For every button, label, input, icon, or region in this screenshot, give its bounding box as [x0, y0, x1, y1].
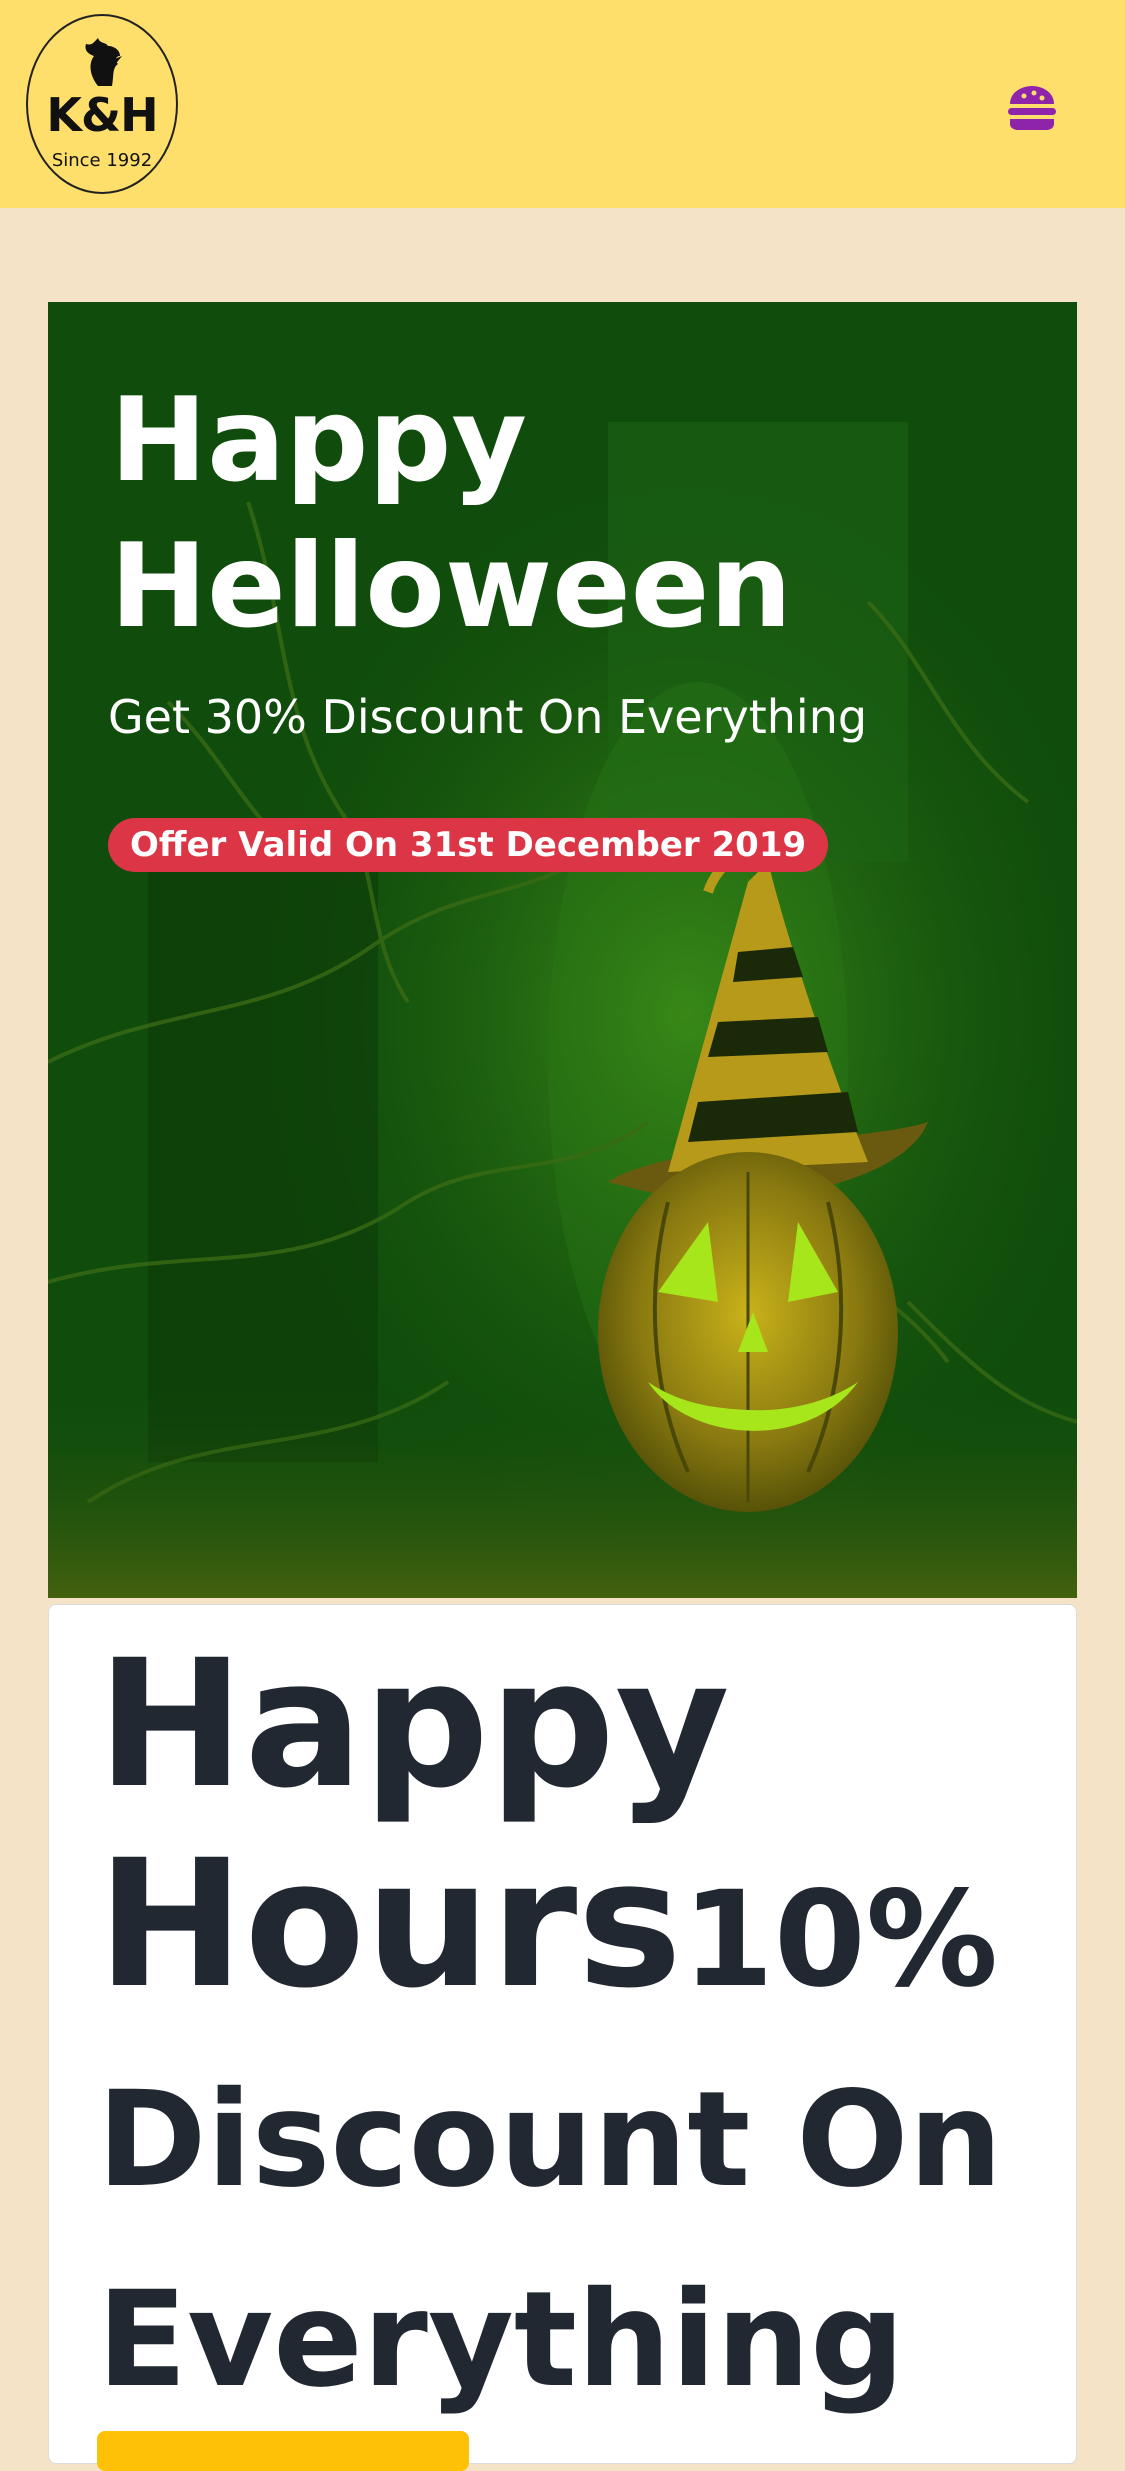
card-action-button[interactable]	[97, 2431, 469, 2471]
offer-badge: Offer Valid On 31st December 2019	[108, 818, 829, 872]
burger-icon	[1008, 86, 1056, 130]
card-title-discount: 10%	[682, 1863, 999, 2017]
brand-logo[interactable]: K&H Since 1992	[26, 14, 178, 194]
hero-subtitle: Get 30% Discount On Everything	[108, 690, 868, 744]
logo-text: K&H	[46, 88, 158, 142]
card-title-line1: Happy	[97, 1622, 730, 1827]
card-title-line2: Hours	[97, 1822, 683, 2027]
card-title: Happy Hours10% Discount On Everything	[97, 1625, 1037, 2440]
hero-banner: Happy Helloween Get 30% Discount On Ever…	[48, 302, 1077, 1598]
happy-hours-card: Happy Hours10% Discount On Everything	[48, 1604, 1077, 2471]
menu-button[interactable]	[1004, 84, 1060, 132]
site-header: K&H Since 1992	[0, 0, 1125, 208]
card-title-line4: Everything	[97, 2263, 905, 2417]
logo-since-text: Since 1992	[51, 150, 153, 171]
card-title-line3: Discount On	[97, 2063, 1003, 2217]
hero-title: Happy Helloween	[110, 373, 793, 654]
